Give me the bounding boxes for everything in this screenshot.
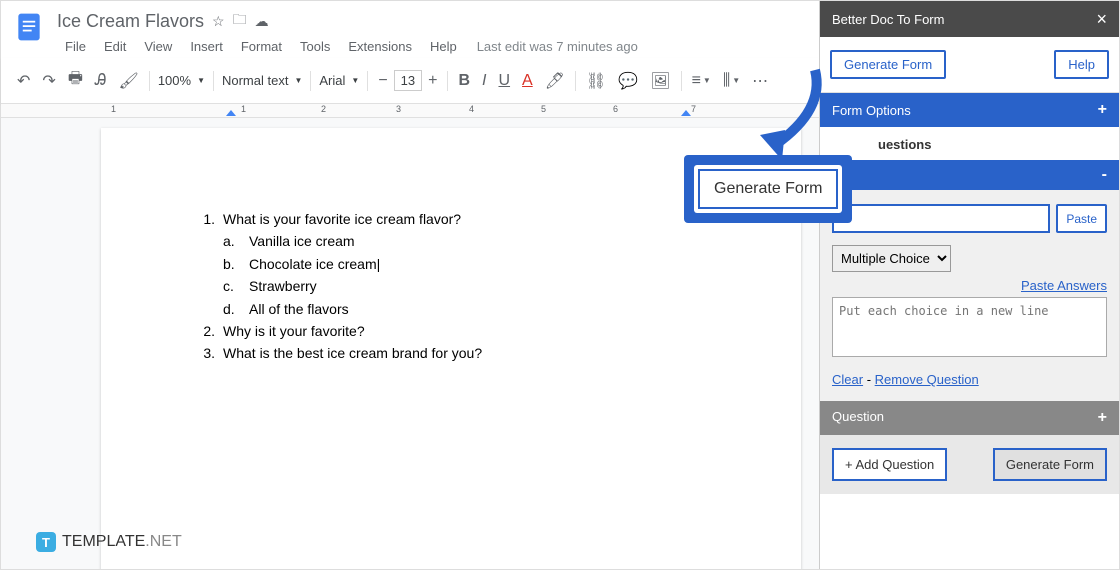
minus-icon: - [1102, 166, 1107, 184]
callout-text: Generate Form [698, 169, 838, 209]
extension-sidebar: Better Doc To Form × Generate Form Help … [819, 1, 1119, 569]
move-icon[interactable]: 🗀 [233, 9, 247, 33]
menu-view[interactable]: View [136, 35, 180, 58]
arrow-annotation [730, 60, 840, 165]
collapse-row[interactable]: - [820, 160, 1119, 190]
add-question-button[interactable]: + Add Question [832, 448, 947, 481]
form-options-header[interactable]: Form Options + [820, 93, 1119, 127]
highlight-icon[interactable]: 🖊 [540, 66, 570, 96]
help-button[interactable]: Help [1054, 50, 1109, 79]
menu-file[interactable]: File [57, 35, 94, 58]
font-size-input[interactable]: 13 [394, 70, 422, 91]
q3-text: What is the best ice cream brand for you… [223, 342, 482, 364]
ruler[interactable]: 1 1 2 3 4 5 6 7 [1, 104, 819, 118]
align-icon[interactable]: ≡▼ [687, 67, 716, 95]
q1c-text: Strawberry [249, 275, 317, 297]
font-select[interactable]: Arial▼ [315, 70, 363, 91]
cloud-icon[interactable]: ☁ [255, 13, 269, 30]
q2-text: Why is it your favorite? [223, 320, 365, 342]
question-type-select[interactable]: Multiple Choice [832, 245, 951, 272]
underline-icon[interactable]: U [493, 67, 515, 95]
clear-link[interactable]: Clear [832, 372, 863, 387]
text-color-icon[interactable]: A [517, 67, 538, 95]
paste-button[interactable]: Paste [1056, 204, 1107, 233]
watermark-suffix: .NET [145, 533, 181, 550]
q1-text: What is your favorite ice cream flavor? [223, 208, 461, 230]
spellcheck-icon[interactable]: Ꭿ [90, 67, 112, 95]
watermark: T TEMPLATE.NET [36, 532, 182, 552]
print-icon[interactable]: 🖶 [63, 62, 88, 99]
plus-icon: + [1098, 101, 1107, 119]
paint-format-icon[interactable]: 🖌 [114, 66, 144, 96]
menu-insert[interactable]: Insert [182, 35, 231, 58]
watermark-text: TEMPLATE [62, 533, 145, 550]
menu-tools[interactable]: Tools [292, 35, 338, 58]
paste-answers-link[interactable]: Paste Answers [832, 278, 1107, 293]
q1b-text: Chocolate ice cream [249, 253, 380, 275]
docs-logo-icon[interactable] [11, 9, 47, 45]
document-title[interactable]: Ice Cream Flavors [57, 11, 204, 32]
questions-label: uestions [820, 127, 1119, 160]
plus-icon: + [1098, 409, 1107, 427]
close-icon[interactable]: × [1096, 10, 1107, 28]
callout-annotation: Generate Form [684, 155, 852, 223]
toolbar: ↶ ↷ 🖶 Ꭿ 🖌 100%▼ Normal text▼ Arial▼ − 13… [1, 58, 819, 104]
zoom-select[interactable]: 100%▼ [154, 70, 209, 91]
question-section-header[interactable]: Question + [820, 401, 1119, 435]
undo-icon[interactable]: ↶ [12, 66, 35, 96]
menu-help[interactable]: Help [422, 35, 465, 58]
generate-form-footer-button[interactable]: Generate Form [993, 448, 1107, 481]
menu-extensions[interactable]: Extensions [340, 35, 420, 58]
style-select[interactable]: Normal text▼ [218, 70, 306, 91]
bold-icon[interactable]: B [453, 67, 475, 95]
menu-edit[interactable]: Edit [96, 35, 134, 58]
remove-question-link[interactable]: Remove Question [875, 372, 979, 387]
link-icon[interactable]: ⛓ [581, 66, 611, 96]
q1a-text: Vanilla ice cream [249, 230, 355, 252]
menu-format[interactable]: Format [233, 35, 290, 58]
generate-form-button[interactable]: Generate Form [830, 50, 946, 79]
font-increase-icon[interactable]: + [423, 67, 442, 95]
comment-icon[interactable]: 💬 [613, 66, 643, 96]
template-logo-icon: T [36, 532, 56, 552]
star-icon[interactable]: ☆ [212, 13, 225, 30]
font-decrease-icon[interactable]: − [373, 67, 392, 95]
image-icon[interactable]: 🖼 [645, 66, 675, 96]
redo-icon[interactable]: ↷ [37, 66, 60, 96]
question-input[interactable] [832, 204, 1050, 233]
ext-title: Better Doc To Form [832, 12, 944, 27]
italic-icon[interactable]: I [477, 67, 491, 95]
q1d-text: All of the flavors [249, 298, 349, 320]
answers-textarea[interactable] [832, 297, 1107, 357]
google-docs-area: Ice Cream Flavors ☆ 🗀 ☁ File Edit View I… [1, 1, 819, 569]
last-edit-text: Last edit was 7 minutes ago [477, 39, 638, 54]
